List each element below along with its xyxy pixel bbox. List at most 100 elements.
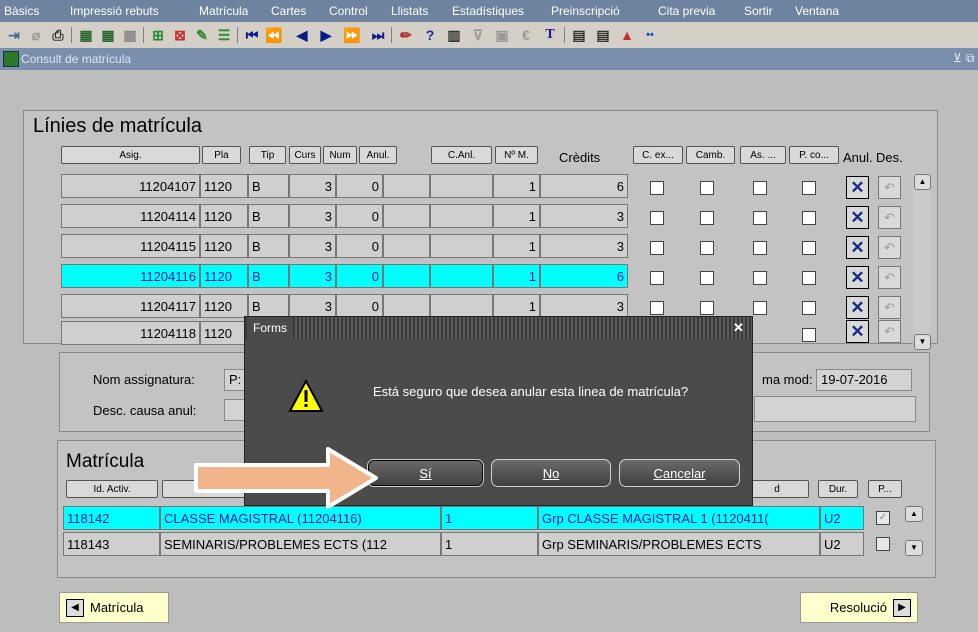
currency-icon[interactable]: €	[516, 25, 536, 45]
cell-credits[interactable]: 3	[540, 204, 628, 228]
desc-extra-field[interactable]	[754, 396, 916, 422]
cell-canl[interactable]	[430, 264, 493, 288]
menu-estadistiques[interactable]: Estadístiques	[452, 4, 524, 18]
scroll-down-icon[interactable]: ▼	[905, 540, 923, 556]
next-resolucio-button[interactable]: Resolució ▶	[800, 592, 918, 623]
print-icon[interactable]: ⎙	[48, 25, 68, 45]
form-icon[interactable]: ▦	[76, 25, 96, 45]
anul-x-icon[interactable]: ✕	[846, 296, 869, 319]
cell-num[interactable]: 0	[336, 264, 383, 288]
checkbox-as[interactable]	[753, 271, 767, 285]
cell-num[interactable]: 0	[336, 234, 383, 258]
no-button[interactable]: No	[491, 459, 611, 487]
cell-anul[interactable]	[383, 204, 430, 228]
undo-icon[interactable]: ↶	[878, 266, 901, 289]
cell-anul[interactable]	[383, 234, 430, 258]
checkbox-cex[interactable]	[650, 301, 664, 315]
menu-preinscripcio[interactable]: Preinscripció	[551, 4, 620, 18]
doc-alt-icon[interactable]: ▤	[593, 25, 613, 45]
prev-record-icon[interactable]: ◀	[292, 25, 312, 45]
header-pco[interactable]: P. co...	[789, 146, 839, 164]
cell-anul[interactable]	[383, 264, 430, 288]
next-record-icon[interactable]: ▶	[316, 25, 336, 45]
anul-x-icon[interactable]: ✕	[846, 206, 869, 229]
cell-curs[interactable]: 3	[289, 204, 336, 228]
header-id-activ[interactable]: Id. Activ.	[66, 480, 158, 498]
cancel-button[interactable]: Cancelar	[619, 459, 740, 487]
checkbox-pco[interactable]	[802, 241, 816, 255]
edit-pencil-icon[interactable]: ✏	[396, 25, 416, 45]
checkbox-as[interactable]	[753, 181, 767, 195]
header-curs[interactable]: Curs	[289, 146, 321, 164]
fecha-mod-field[interactable]: 19-07-2016	[816, 369, 912, 391]
cell-id-activ[interactable]: 118142	[63, 506, 160, 530]
anul-x-icon[interactable]: ✕	[846, 176, 869, 199]
cell-tip[interactable]: B	[248, 204, 289, 228]
cell-num[interactable]: 0	[336, 204, 383, 228]
cell-pla[interactable]: 1120	[200, 234, 248, 258]
cell-activ-dur[interactable]: U2	[820, 506, 864, 530]
anul-x-icon[interactable]: ✕	[846, 236, 869, 259]
header-nm[interactable]: Nº M.	[495, 146, 538, 164]
cell-asig[interactable]: 11204115	[61, 234, 200, 258]
undo-icon[interactable]: ↶	[878, 296, 901, 319]
restore-icon[interactable]: ⧉	[966, 51, 975, 66]
checkbox-pco[interactable]	[802, 181, 816, 195]
header-num[interactable]: Num	[323, 146, 357, 164]
cell-tip[interactable]: B	[248, 234, 289, 258]
help-icon[interactable]: ?	[420, 25, 440, 45]
cell-asig[interactable]: 11204117	[61, 294, 200, 318]
cell-tip[interactable]: B	[248, 174, 289, 198]
header-anul[interactable]: Anul.	[359, 146, 397, 164]
cell-activ-dur[interactable]: U2	[820, 532, 864, 556]
cell-nm[interactable]: 1	[493, 174, 540, 198]
cell-pla[interactable]: 1120	[200, 264, 248, 288]
scroll-up-icon[interactable]: ▲	[905, 506, 923, 522]
menu-control[interactable]: Control	[329, 4, 368, 18]
list-icon[interactable]: ☰	[214, 25, 234, 45]
cell-asig[interactable]: 11204107	[61, 174, 200, 198]
undo-icon[interactable]: ↶	[878, 176, 901, 199]
header-pla[interactable]: Pla	[202, 146, 241, 164]
cell-credits[interactable]: 6	[540, 264, 628, 288]
insert-record-icon[interactable]: ⊞	[148, 25, 168, 45]
calendar-icon[interactable]: ▣	[492, 25, 512, 45]
first-record-icon[interactable]: ⏮	[242, 25, 262, 45]
cell-pla[interactable]: 1120	[200, 294, 248, 318]
menu-llistats[interactable]: Llistats	[391, 4, 428, 18]
chart-icon[interactable]: ▲	[617, 25, 637, 45]
checkbox-pco[interactable]	[802, 301, 816, 315]
checkbox-camb[interactable]	[700, 301, 714, 315]
cell-nm[interactable]: 1	[493, 234, 540, 258]
cell-activ-n[interactable]: 1	[441, 506, 538, 530]
scroll-up-icon[interactable]: ▲	[914, 174, 931, 190]
header-grp[interactable]: d	[745, 480, 809, 498]
checkbox-p[interactable]	[876, 537, 890, 551]
anul-x-icon[interactable]: ✕	[846, 320, 869, 343]
checkbox-pco[interactable]	[802, 211, 816, 225]
form-disabled-icon[interactable]: ▦	[120, 25, 140, 45]
cell-curs[interactable]: 3	[289, 234, 336, 258]
cell-anul[interactable]	[383, 174, 430, 198]
edit-record-icon[interactable]: ✎	[192, 25, 212, 45]
checkbox-as[interactable]	[753, 241, 767, 255]
cell-nm[interactable]: 1	[493, 264, 540, 288]
cell-curs[interactable]: 3	[289, 174, 336, 198]
cell-credits[interactable]: 3	[540, 234, 628, 258]
cell-num[interactable]: 0	[336, 294, 383, 318]
cell-pla[interactable]: 1120	[200, 321, 248, 345]
cell-curs[interactable]: 3	[289, 264, 336, 288]
menu-matricula[interactable]: Matrícula	[199, 4, 248, 18]
filter-icon[interactable]: ⊽	[468, 25, 488, 45]
menu-impressio-rebuts[interactable]: Impressió rebuts	[70, 4, 159, 18]
form-alt-icon[interactable]: ▦	[98, 25, 118, 45]
header-canl[interactable]: C.Anl.	[431, 146, 492, 164]
checkbox-camb[interactable]	[700, 241, 714, 255]
checkbox-p[interactable]: ✓	[876, 511, 890, 525]
text-icon[interactable]: T	[540, 25, 560, 45]
cell-tip[interactable]: B	[248, 264, 289, 288]
undo-icon[interactable]: ↶	[878, 320, 901, 343]
cell-asig[interactable]: 11204114	[61, 204, 200, 228]
menu-cartes[interactable]: Cartes	[271, 4, 306, 18]
undo-icon[interactable]: ↶	[878, 206, 901, 229]
